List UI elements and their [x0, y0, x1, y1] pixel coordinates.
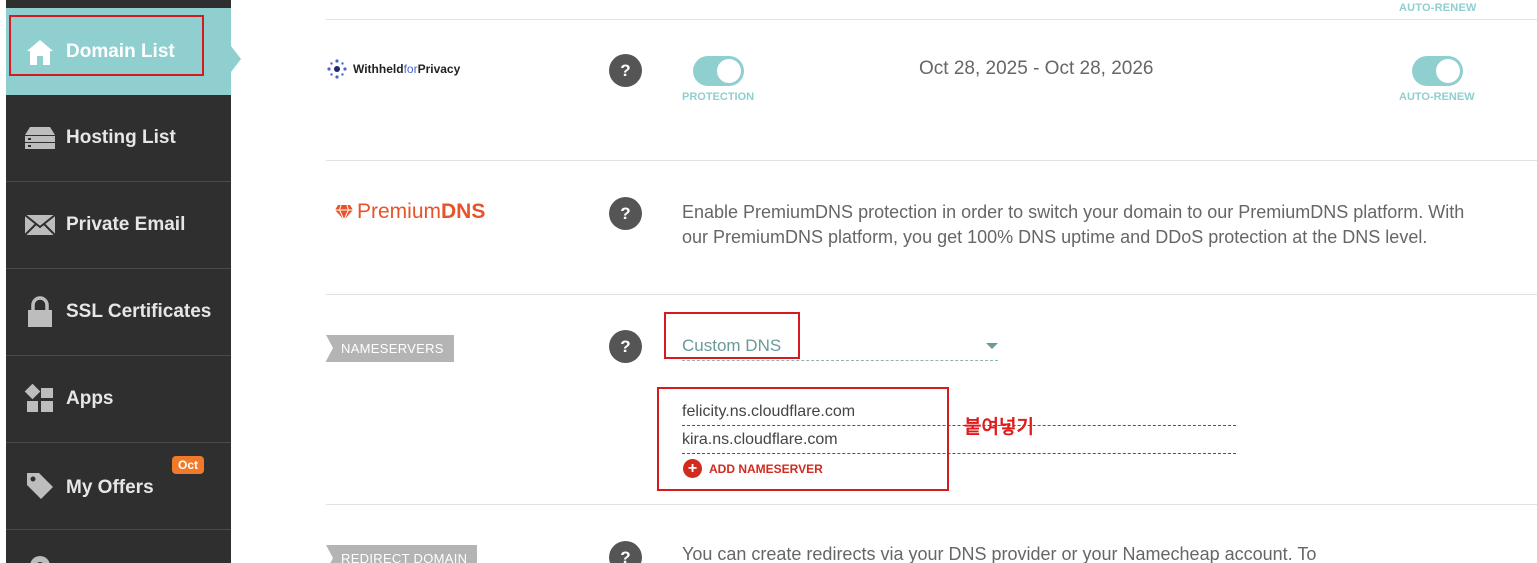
- sidebar-item-label: Apps: [66, 388, 114, 409]
- sidebar-item-apps[interactable]: Apps: [6, 356, 231, 443]
- auto-renew-label: AUTO-RENEW: [1399, 91, 1475, 103]
- sidebar-item-label: Private Email: [66, 214, 186, 235]
- sidebar-item-label: SSL Certificates: [66, 301, 212, 322]
- help-icon[interactable]: ?: [609, 541, 642, 563]
- premiumdns-logo: Premium DNS: [334, 200, 485, 224]
- redirect-domain-label: REDIRECT DOMAIN: [326, 545, 478, 563]
- auto-renew-toggle[interactable]: [1412, 56, 1463, 86]
- privacy-shield-icon: [327, 59, 347, 79]
- row-divider: [326, 504, 1537, 505]
- paste-annotation: 붙여넣기: [964, 416, 1034, 438]
- brand-text-end: Privacy: [417, 62, 461, 76]
- sidebar-item-label: My Offers: [66, 477, 154, 498]
- sidebar-top-strip: [6, 0, 231, 8]
- sidebar-item-label: Domain List: [66, 40, 175, 62]
- chevron-down-icon: [986, 343, 998, 349]
- brand-text-light: Premium: [357, 200, 442, 223]
- sidebar-item-settings[interactable]: [6, 530, 231, 563]
- sidebar-item-ssl-certificates[interactable]: SSL Certificates: [6, 269, 231, 356]
- auto-renew-label-top: AUTO-RENEW: [1399, 2, 1477, 14]
- row-divider: [326, 160, 1537, 161]
- sidebar-item-domain-list[interactable]: Domain List: [6, 8, 241, 95]
- brand-text-bold: DNS: [441, 200, 486, 223]
- help-icon[interactable]: ?: [609, 330, 642, 363]
- sidebar-item-label: Hosting List: [66, 127, 176, 148]
- row-divider: [326, 294, 1537, 295]
- envelope-icon: [24, 209, 56, 241]
- sidebar-item-private-email[interactable]: Private Email: [6, 182, 231, 269]
- sidebar-item-hosting-list[interactable]: Hosting List: [6, 95, 231, 182]
- nameserver-input-1[interactable]: [682, 399, 1236, 426]
- withheldforprivacy-logo: Withheld for Privacy: [326, 58, 460, 80]
- dns-type-selected: Custom DNS: [682, 336, 782, 355]
- help-icon[interactable]: ?: [609, 197, 642, 230]
- add-nameserver-label: ADD NAMESERVER: [709, 461, 823, 476]
- tag-icon: [24, 470, 56, 502]
- protection-toggle[interactable]: [693, 56, 744, 86]
- offers-badge: Oct: [172, 456, 205, 474]
- nameserver-input-2[interactable]: [682, 427, 1236, 454]
- brand-text-light: for: [403, 62, 418, 76]
- lock-icon: [24, 296, 56, 328]
- help-icon[interactable]: ?: [609, 54, 642, 87]
- sidebar-item-my-offers[interactable]: My Offers Oct: [6, 443, 231, 530]
- row-divider: [326, 19, 1537, 20]
- brand-text-bold: Withheld: [353, 62, 404, 76]
- redirect-description: You can create redirects via your DNS pr…: [682, 544, 1317, 563]
- dns-type-select[interactable]: Custom DNS: [682, 332, 998, 361]
- home-icon: [24, 36, 56, 68]
- apps-icon: [24, 383, 56, 415]
- premiumdns-description: Enable PremiumDNS protection in order to…: [682, 202, 1465, 247]
- date-range: Oct 28, 2025 - Oct 28, 2026: [919, 58, 1154, 79]
- sidebar: Domain List Hosting List Private Email S…: [6, 0, 241, 563]
- protection-label: PROTECTION: [682, 91, 755, 103]
- gear-icon: [24, 550, 56, 563]
- diamond-icon: [335, 204, 353, 222]
- active-indicator-arrow: [231, 46, 241, 72]
- nameservers-label: NAMESERVERS: [326, 335, 454, 362]
- server-icon: [24, 122, 56, 154]
- add-nameserver-button[interactable]: + ADD NAMESERVER: [683, 459, 823, 478]
- plus-icon: +: [683, 459, 702, 478]
